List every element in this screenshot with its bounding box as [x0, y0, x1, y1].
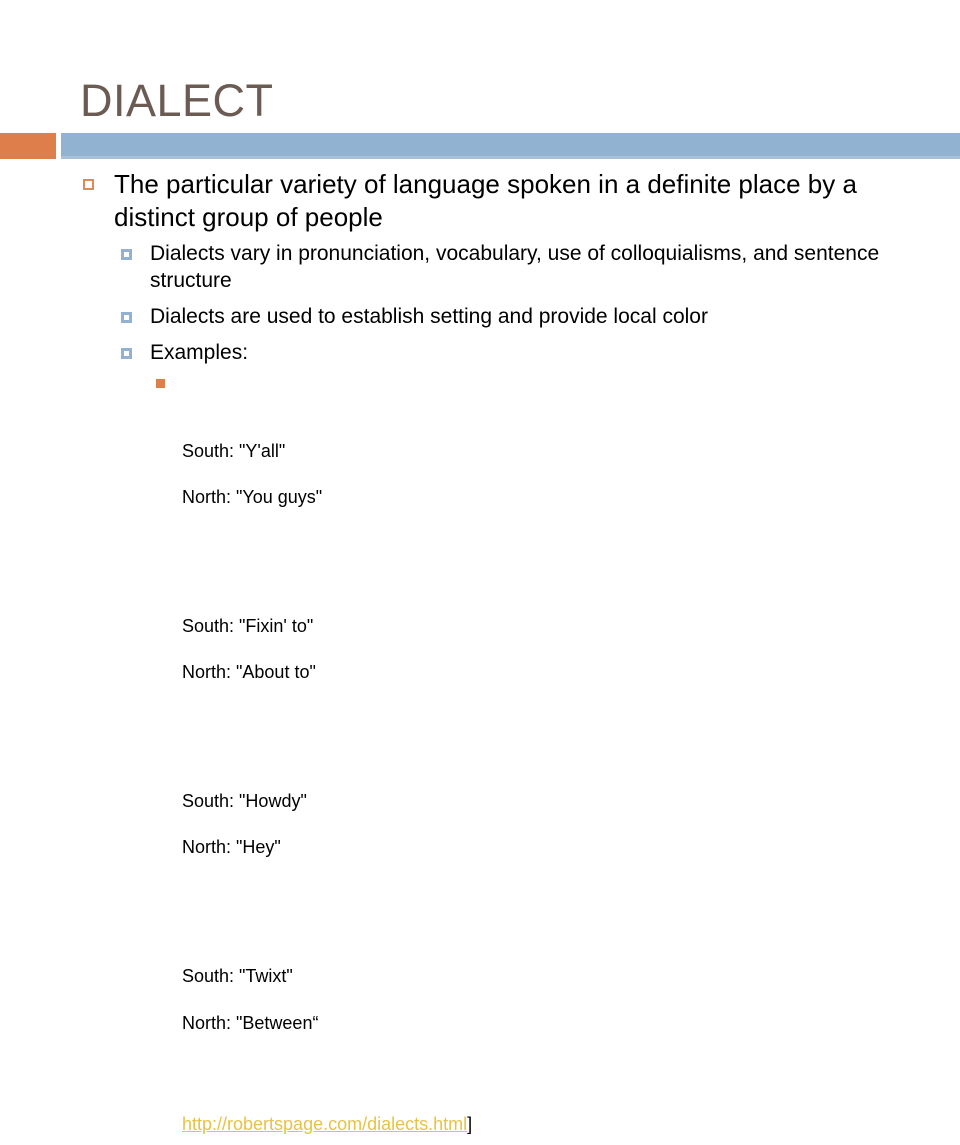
example-south: South: "Fixin' to": [182, 616, 314, 637]
bullet-square-orange-outline-icon: [83, 179, 94, 190]
bullet-square-blue-outline-icon: [121, 312, 132, 324]
example-pair: South: "Fixin' to" North: "About to": [182, 592, 938, 707]
divider-accent-orange: [0, 133, 56, 159]
bullet-text-variation: Dialects vary in pronunciation, vocabula…: [150, 241, 880, 292]
bullet-square-blue-outline-icon: [121, 348, 132, 360]
bullet-item-examples: Examples: South: "Y'all" North: "You guy…: [114, 339, 938, 1135]
example-north: North: "About to": [182, 662, 316, 683]
example-north: North: "Between“: [182, 1012, 319, 1033]
title-divider: [0, 133, 960, 159]
divider-accent-blue: [61, 133, 960, 156]
example-pair: South: "Y'all" North: "You guys": [182, 417, 938, 532]
example-north: North: "Hey": [182, 837, 281, 858]
source-link-row: http://robertspage.com/dialects.html]: [150, 1113, 938, 1136]
slide: DIALECT The particular variety of langua…: [0, 0, 960, 1134]
bullet-text-definition: The particular variety of language spoke…: [114, 169, 857, 233]
bullet-list-level2: Dialects vary in pronunciation, vocabula…: [114, 240, 938, 1136]
example-item: South: "Y'all" North: "You guys" South: …: [150, 371, 938, 1113]
bullet-item-purpose: Dialects are used to establish setting a…: [114, 303, 938, 330]
bullet-square-blue-outline-icon: [121, 248, 132, 260]
slide-body: The particular variety of language spoke…: [78, 168, 938, 1145]
source-link[interactable]: http://robertspage.com/dialects.html: [182, 1114, 467, 1134]
bullet-list-level1: The particular variety of language spoke…: [78, 168, 938, 1136]
page-title: DIALECT: [80, 75, 274, 127]
example-group: South: "Y'all" North: "You guys" South: …: [182, 371, 938, 1113]
bullet-item-variation: Dialects vary in pronunciation, vocabula…: [114, 240, 938, 295]
bullet-square-orange-filled-icon: [156, 378, 165, 388]
divider-accent-blue-shadow: [61, 156, 960, 159]
example-south: South: "Twixt": [182, 966, 293, 987]
bullet-list-level3: South: "Y'all" North: "You guys" South: …: [150, 371, 938, 1113]
bullet-item-definition: The particular variety of language spoke…: [78, 168, 938, 1136]
example-pair: South: "Twixt" North: "Between“: [182, 942, 938, 1057]
example-pair: South: "Howdy" North: "Hey": [182, 767, 938, 882]
example-north: North: "You guys": [182, 486, 323, 507]
example-south: South: "Y'all": [182, 440, 286, 461]
bullet-text-examples: Examples:: [150, 341, 249, 365]
example-south: South: "Howdy": [182, 791, 307, 812]
bullet-text-purpose: Dialects are used to establish setting a…: [150, 305, 708, 329]
source-link-trailing-bracket: ]: [467, 1113, 473, 1134]
